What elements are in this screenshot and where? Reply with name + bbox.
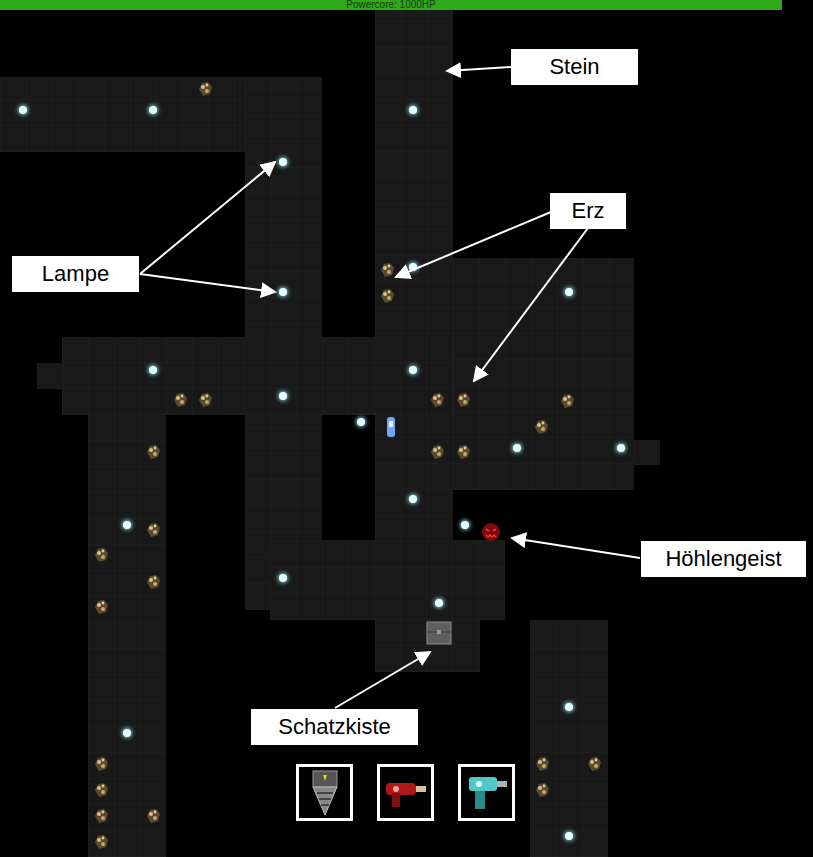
ore-icon: [533, 755, 551, 773]
lamp-icon: [565, 703, 573, 711]
lamp-icon: [357, 418, 365, 426]
ore-icon: [532, 418, 550, 436]
lamp-icon: [19, 106, 27, 114]
ore-icon: [144, 573, 162, 591]
tunnel: [270, 540, 505, 620]
ore-icon: [92, 781, 110, 799]
arrow: [474, 228, 588, 381]
ore-icon: [378, 287, 396, 305]
arrow: [140, 162, 275, 274]
powercore-bar: Powercore: 1000HP: [0, 0, 782, 10]
ore-icon: [92, 546, 110, 564]
tunnel: [634, 440, 660, 465]
lamp-icon: [149, 366, 157, 374]
cave-ghost-icon: [480, 521, 502, 543]
tool-slot[interactable]: [296, 764, 353, 821]
lamp-icon: [409, 366, 417, 374]
lamp-icon: [149, 106, 157, 114]
ore-icon: [196, 80, 214, 98]
ore-icon: [454, 443, 472, 461]
lamp-icon: [565, 288, 573, 296]
lamp-icon: [617, 444, 625, 452]
annotation-label: Stein: [511, 49, 638, 85]
ore-icon: [428, 391, 446, 409]
ore-icon: [144, 443, 162, 461]
arrow: [335, 652, 430, 708]
game-screen: Powercore: 1000HP Stein Erz Lampe Höhlengeis…: [0, 0, 813, 857]
arrow: [396, 212, 551, 277]
ore-icon: [92, 755, 110, 773]
lamp-icon: [409, 495, 417, 503]
tunnel: [37, 363, 67, 389]
treasure-chest-icon[interactable]: [426, 621, 452, 645]
ore-icon: [585, 755, 603, 773]
raygun-icon: [382, 773, 430, 813]
ore-icon: [144, 521, 162, 539]
arrow: [140, 274, 275, 292]
annotation-label: Erz: [550, 193, 626, 229]
ore-icon: [92, 807, 110, 825]
ore-icon: [558, 392, 576, 410]
arrow: [512, 538, 640, 558]
lamp-icon: [513, 444, 521, 452]
ore-icon: [92, 833, 110, 851]
ore-icon: [144, 807, 162, 825]
powercore-label: Powercore: 1000HP: [346, 0, 436, 10]
drill-gun-icon: [463, 771, 511, 815]
lamp-icon: [435, 599, 443, 607]
ore-icon: [196, 391, 214, 409]
lamp-icon: [565, 832, 573, 840]
lamp-icon: [279, 288, 287, 296]
lamp-icon: [409, 106, 417, 114]
drill-icon: [303, 769, 347, 817]
ore-icon: [378, 261, 396, 279]
ore-icon: [533, 781, 551, 799]
annotation-label: Höhlengeist: [641, 541, 806, 577]
tool-slot[interactable]: [377, 764, 434, 821]
ore-icon: [428, 443, 446, 461]
tool-slot[interactable]: [458, 764, 515, 821]
lamp-icon: [123, 521, 131, 529]
lamp-icon: [279, 392, 287, 400]
ore-icon: [454, 391, 472, 409]
ore-icon: [171, 391, 189, 409]
annotation-label: Schatzkiste: [251, 709, 418, 745]
lamp-icon: [123, 729, 131, 737]
lamp-icon: [461, 521, 469, 529]
toolbar: [296, 764, 515, 821]
player-icon: [384, 415, 398, 439]
tunnel: [530, 620, 608, 857]
ore-icon: [92, 598, 110, 616]
lamp-icon: [279, 574, 287, 582]
lamp-icon: [279, 158, 287, 166]
annotation-label: Lampe: [12, 256, 139, 292]
arrow: [447, 67, 511, 71]
